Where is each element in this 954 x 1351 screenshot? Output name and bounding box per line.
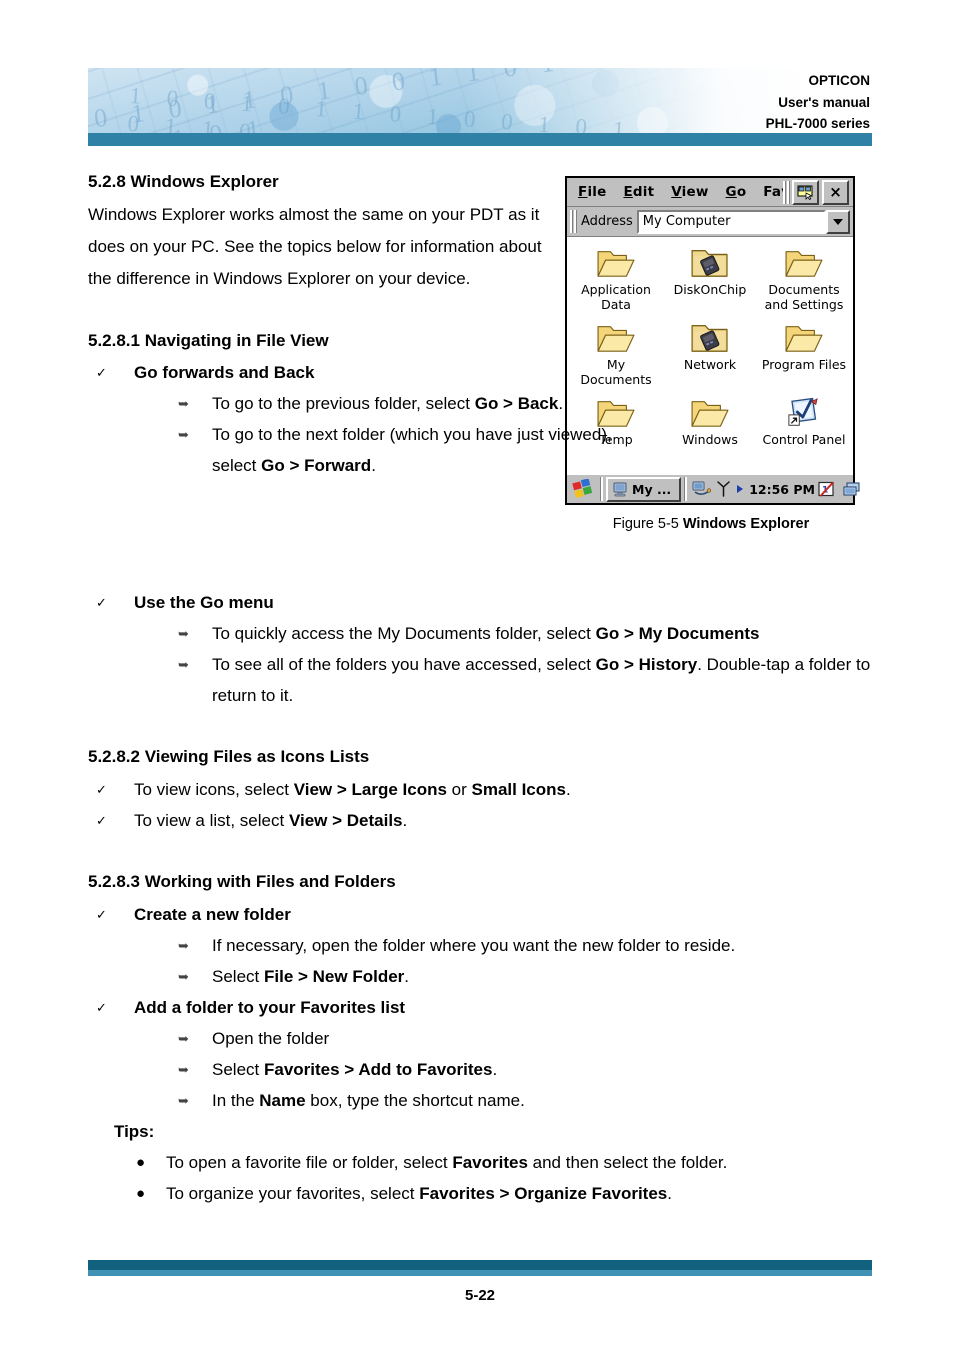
document-body: 5.2.8 Windows Explorer Windows Explorer …: [88, 170, 872, 1209]
list-item-text: Open the folder: [212, 1028, 330, 1048]
list-item-emphasis: Favorites > Add to Favorites: [263, 1059, 493, 1079]
list-item-emphasis-2: Small Icons: [471, 779, 566, 799]
checkmark-bullet-icon: ✓: [96, 999, 107, 1015]
arrow-bullet-icon: ➥: [178, 968, 189, 984]
header-brand: OPTICON: [808, 73, 870, 88]
list-item-view-icons: ✓ To view icons, select View > Large Ico…: [88, 774, 872, 805]
list-item-text: To view a list, select: [134, 810, 289, 830]
list-item-text-tail: .: [404, 966, 410, 986]
list-item-text-tail: .: [402, 810, 408, 830]
arrow-bullet-icon: ➥: [178, 1061, 189, 1077]
list-item-text: If necessary, open the folder where you …: [212, 935, 736, 955]
list-item-label: Add a folder to your Favorites list: [134, 997, 406, 1017]
list-item-label: Go forwards and Back: [134, 363, 315, 383]
tip-open-favorite: ● To open a favorite file or folder, sel…: [88, 1147, 872, 1178]
heading-5-2-8-3: 5.2.8.3 Working with Files and Folders: [88, 871, 396, 891]
list-item-text-tail: box, type the shortcut name.: [305, 1090, 525, 1110]
dot-bullet-icon: ●: [136, 1153, 146, 1171]
list-item-text-tail: .: [558, 394, 564, 414]
list-tips: ● To open a favorite file or folder, sel…: [88, 1147, 872, 1209]
list-item-emphasis: Go > History: [595, 655, 698, 675]
list-item-emphasis: Go > Back: [474, 394, 559, 414]
list-item-emphasis: Go > Forward: [261, 456, 372, 476]
tip-text-tail: and then select the folder.: [527, 1152, 728, 1172]
heading-5-2-8: 5.2.8 Windows Explorer: [88, 172, 279, 191]
list-item-text: To see all of the folders you have acces…: [212, 655, 596, 675]
list-item-label: Use the Go menu: [134, 593, 274, 613]
list-item-use-the-go-menu: ✓ Use the Go menu ➥ To quickly access th…: [88, 587, 872, 711]
list-item-text-tail: .: [492, 1059, 498, 1079]
header-accent-bar: [88, 133, 872, 146]
list-item-name-box: ➥ In the Name box, type the shortcut nam…: [134, 1085, 872, 1116]
list-item-emphasis: Name: [259, 1090, 306, 1110]
sublist-add-folder-favorites: ➥ Open the folder ➥ Select Favorites > A…: [134, 1023, 872, 1116]
tip-text: To organize your favorites, select: [166, 1183, 420, 1203]
list-item-go-my-documents: ➥ To quickly access the My Documents fol…: [134, 618, 872, 649]
page-footer: 5-22: [88, 1260, 872, 1304]
list-item-view-details: ✓ To view a list, select View > Details.: [88, 805, 872, 836]
list-item-open-parent-folder: ➥ If necessary, open the folder where yo…: [134, 930, 872, 961]
footer-accent-bar-light: [88, 1270, 872, 1276]
tip-text-tail: .: [667, 1183, 672, 1203]
page-header: OPTICON User's manual PHL-7000 series: [88, 68, 872, 146]
list-working-with-files: ✓ Create a new folder ➥ If necessary, op…: [88, 899, 872, 1116]
list-item-text-tail: .: [371, 456, 376, 476]
arrow-bullet-icon: ➥: [178, 427, 189, 443]
arrow-bullet-icon: ➥: [178, 626, 189, 642]
heading-5-2-8-2: 5.2.8.2 Viewing Files as Icons Lists: [88, 747, 370, 767]
checkmark-bullet-icon: ✓: [96, 595, 107, 611]
list-item-file-new-folder: ➥ Select File > New Folder.: [134, 961, 872, 992]
page-number: 5-22: [464, 1287, 496, 1304]
list-item-text-mid: or: [446, 779, 472, 799]
arrow-bullet-icon: ➥: [178, 1092, 189, 1108]
list-item-emphasis: View > Details: [288, 810, 403, 830]
arrow-bullet-icon: ➥: [178, 937, 189, 953]
arrow-bullet-icon: ➥: [178, 657, 189, 673]
header-doc-type: User's manual: [778, 94, 870, 110]
arrow-bullet-icon: ➥: [178, 1030, 189, 1046]
list-item-text: To quickly access the My Documents folde…: [212, 624, 596, 644]
checkmark-bullet-icon: ✓: [96, 812, 107, 828]
list-item-emphasis: Go > My Documents: [595, 624, 760, 644]
list-item-go-forwards-and-back: ✓ Go forwards and Back ➥ To go to the pr…: [88, 357, 872, 481]
list-item-label: Create a new folder: [134, 904, 291, 924]
tip-organize-favorites: ● To organize your favorites, select Fav…: [88, 1178, 872, 1209]
sublist-use-go-menu: ➥ To quickly access the My Documents fol…: [134, 618, 872, 711]
checkmark-bullet-icon: ✓: [96, 365, 107, 381]
tip-emphasis: Favorites: [452, 1152, 528, 1172]
header-identification-block: OPTICON User's manual PHL-7000 series: [766, 70, 870, 135]
list-item-emphasis: File > New Folder: [263, 966, 405, 986]
checkmark-bullet-icon: ✓: [96, 906, 107, 922]
arrow-bullet-icon: ➥: [178, 396, 189, 412]
list-item-add-folder-favorites: ✓ Add a folder to your Favorites list ➥ …: [88, 992, 872, 1116]
list-item-text: To go to the previous folder, select: [212, 394, 475, 414]
list-item-text: Select: [212, 1059, 264, 1079]
tip-text: To open a favorite file or folder, selec…: [166, 1152, 453, 1172]
list-item-text: In the: [212, 1090, 260, 1110]
section-intro-paragraph: Windows Explorer works almost the same o…: [88, 204, 542, 288]
tips-label: Tips:: [114, 1121, 155, 1141]
checkmark-bullet-icon: ✓: [96, 781, 107, 797]
list-item-open-the-folder: ➥ Open the folder: [134, 1023, 872, 1054]
footer-accent-bar-dark: [88, 1260, 872, 1270]
list-item-add-to-favorites: ➥ Select Favorites > Add to Favorites.: [134, 1054, 872, 1085]
list-item-emphasis: View > Large Icons: [293, 779, 447, 799]
list-viewing-files: ✓ To view icons, select View > Large Ico…: [88, 774, 872, 836]
heading-5-2-8-1: 5.2.8.1 Navigating in File View: [88, 330, 329, 350]
list-item-text: To view icons, select: [134, 779, 294, 799]
list-use-go-menu: ✓ Use the Go menu ➥ To quickly access th…: [88, 587, 872, 711]
sublist-create-new-folder: ➥ If necessary, open the folder where yo…: [134, 930, 872, 992]
list-item-go-back: ➥ To go to the previous folder, select G…: [134, 388, 614, 419]
dot-bullet-icon: ●: [136, 1184, 146, 1202]
list-item-go-forward: ➥ To go to the next folder (which you ha…: [134, 419, 614, 481]
sublist-go-forwards-and-back: ➥ To go to the previous folder, select G…: [134, 388, 872, 481]
list-item-text-tail: .: [565, 779, 571, 799]
header-product: PHL-7000 series: [765, 116, 870, 131]
list-item-create-new-folder: ✓ Create a new folder ➥ If necessary, op…: [88, 899, 872, 992]
list-item-text: Select: [212, 966, 264, 986]
list-navigating-file-view: ✓ Go forwards and Back ➥ To go to the pr…: [88, 357, 872, 481]
tip-emphasis: Favorites > Organize Favorites: [419, 1183, 668, 1203]
list-item-go-history: ➥ To see all of the folders you have acc…: [134, 649, 872, 711]
